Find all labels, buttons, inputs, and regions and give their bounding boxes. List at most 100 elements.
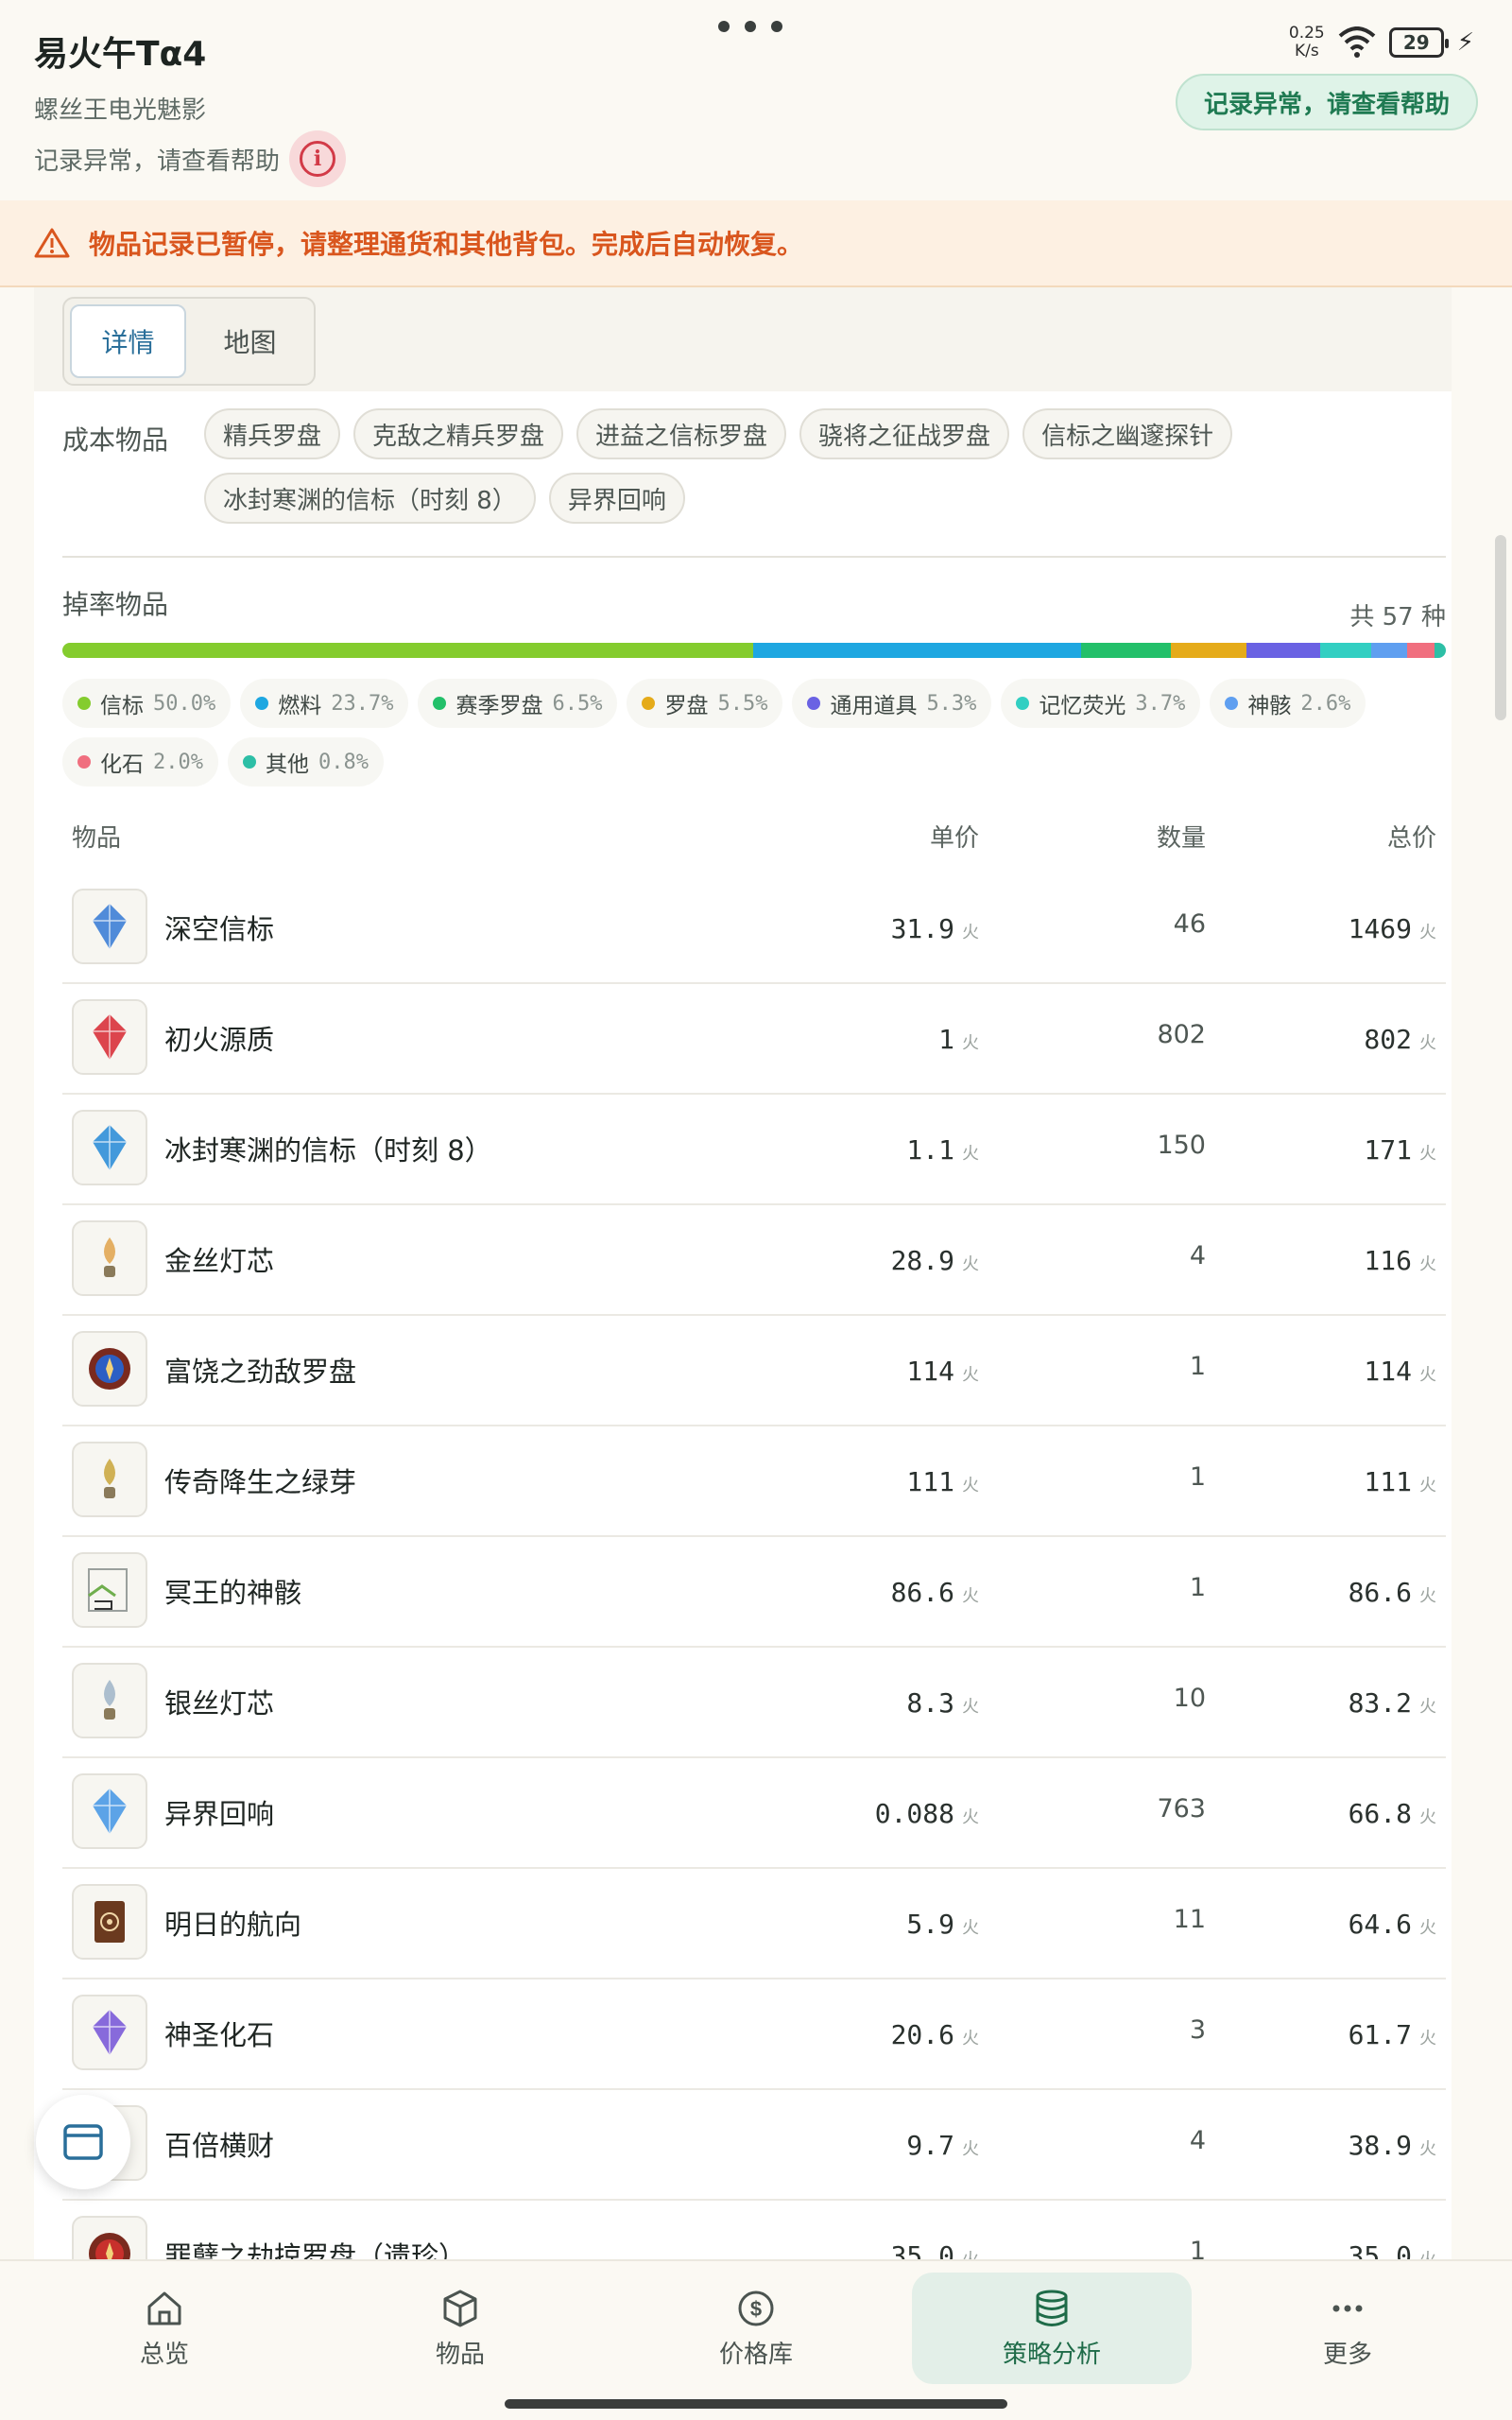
quantity: 1	[1189, 2237, 1206, 2259]
more-icon	[1332, 2305, 1363, 2311]
cost-item-chip[interactable]: 骁将之征战罗盘	[799, 408, 1010, 459]
table-row[interactable]: 神圣化石 20.6 火 3 61.7 火	[62, 1979, 1446, 2090]
table-row[interactable]: 冰封寒渊的信标（时刻 8） 1.1 火 150 171 火	[62, 1095, 1446, 1205]
unit-price: 35.0火	[891, 2240, 979, 2259]
cost-item-chip[interactable]: 精兵罗盘	[204, 408, 341, 459]
legend-item[interactable]: 通用道具 5.3%	[792, 679, 992, 728]
unit-price: 5.9 火	[906, 1909, 979, 1940]
total-price: 64.6 火	[1348, 1909, 1436, 1940]
floating-window-button[interactable]	[36, 2095, 130, 2189]
nav-label: 价格库	[718, 2340, 793, 2369]
legend-item[interactable]: 罗盘 5.5%	[627, 679, 783, 728]
nav-label: 更多	[1322, 2340, 1372, 2369]
legend-name: 罗盘	[664, 694, 709, 718]
unit-price: 9.7 火	[906, 2130, 979, 2161]
red-crystal-icon	[72, 999, 147, 1075]
currency-unit: 火	[962, 2029, 979, 2048]
header-total-price[interactable]: 总价	[1387, 819, 1436, 854]
legend-dot	[433, 697, 447, 710]
currency-unit: 火	[1419, 2250, 1436, 2259]
legend-item[interactable]: 其他 0.8%	[227, 737, 384, 786]
distribution-segment	[1080, 643, 1171, 658]
table-row[interactable]: 异界回响 0.088 火 763 66.8 火	[62, 1758, 1446, 1869]
cost-item-chip[interactable]: 异界回响	[548, 473, 685, 524]
network-speed: 0.25 K/s	[1288, 24, 1325, 60]
distribution-segment	[1407, 643, 1435, 658]
quantity: 763	[1157, 1794, 1206, 1824]
nav-price-library[interactable]: $ 价格库	[616, 2273, 896, 2384]
currency-unit: 火	[1419, 2139, 1436, 2159]
more-menu-icon[interactable]	[718, 21, 782, 32]
table-row[interactable]: 初火源质 1 火 802 802 火	[62, 984, 1446, 1095]
cost-item-chip[interactable]: 进益之信标罗盘	[576, 408, 787, 459]
unit-price: 0.088 火	[874, 1798, 979, 1829]
legend-item[interactable]: 记忆荧光 3.7%	[1001, 679, 1201, 728]
total-price: 1469 火	[1348, 913, 1436, 944]
total-price: 114 火	[1364, 1356, 1436, 1387]
header-unit-price[interactable]: 单价	[930, 819, 979, 854]
table-row[interactable]: 富饶之劲敌罗盘 114 火 1 114 火	[62, 1316, 1446, 1426]
table-row[interactable]: 传奇降生之绿芽 111 火 1 111 火	[62, 1426, 1446, 1537]
cost-item-chip[interactable]: 冰封寒渊的信标（时刻 8）	[204, 473, 536, 524]
item-name: 神圣化石	[164, 2019, 275, 2051]
distribution-segment	[1246, 643, 1320, 658]
blue-crystal-icon	[72, 889, 147, 964]
currency-unit: 火	[1419, 2029, 1436, 2048]
warning-icon	[34, 228, 70, 258]
legend-item[interactable]: 化石 2.0%	[62, 737, 218, 786]
tab-map[interactable]: 地图	[192, 304, 308, 378]
home-indicator[interactable]	[505, 2399, 1007, 2409]
legend-item[interactable]: 信标 50.0%	[62, 679, 232, 728]
charging-icon: ⚡	[1456, 28, 1474, 57]
cost-item-chip[interactable]: 信标之幽邃探针	[1022, 408, 1233, 459]
table-row[interactable]: 罪孽之劫掠罗盘（遗珍） 35.0火 1 35.0火	[62, 2201, 1446, 2259]
total-price: 83.2 火	[1348, 1687, 1436, 1719]
currency-unit: 火	[962, 1807, 979, 1827]
table-row[interactable]: 金丝灯芯 28.9 火 4 116 火	[62, 1205, 1446, 1316]
legend-item[interactable]: 燃料 23.7%	[240, 679, 409, 728]
currency-unit: 火	[1419, 1033, 1436, 1053]
nav-items[interactable]: 物品	[320, 2273, 600, 2384]
legend-item[interactable]: 赛季罗盘 6.5%	[418, 679, 618, 728]
nav-overview[interactable]: 总览	[25, 2273, 304, 2384]
legend-item[interactable]: 神骸 2.6%	[1210, 679, 1366, 728]
nav-label: 策略分析	[1002, 2340, 1101, 2369]
database-icon	[1036, 2290, 1068, 2326]
compass-icon	[72, 1331, 147, 1407]
nav-strategy-analysis[interactable]: 策略分析	[912, 2273, 1192, 2384]
silver-wick-icon	[72, 1663, 147, 1738]
currency-unit: 火	[1419, 1476, 1436, 1495]
scrollbar-thumb[interactable]	[1495, 535, 1506, 720]
drop-items-count: 共 57 种	[1349, 603, 1446, 631]
total-price: 38.9 火	[1348, 2130, 1436, 2161]
cost-item-chip[interactable]: 克敌之精兵罗盘	[353, 408, 564, 459]
table-row[interactable]: 银丝灯芯 8.3 火 10 83.2 火	[62, 1648, 1446, 1758]
info-icon[interactable]: i	[289, 130, 347, 187]
tab-details[interactable]: 详情	[70, 304, 187, 378]
gold-wick-icon	[72, 1220, 147, 1296]
table-row[interactable]: 百倍横财 9.7 火 4 38.9 火	[62, 2090, 1446, 2201]
strategy-subtitle: 螺丝王电光魅影	[34, 96, 207, 125]
unit-price: 86.6 火	[890, 1577, 979, 1608]
warning-text: 物品记录已暂停，请整理通货和其他背包。完成后自动恢复。	[89, 229, 804, 260]
currency-unit: 火	[1419, 1697, 1436, 1717]
total-price: 116 火	[1364, 1245, 1436, 1276]
distribution-segment	[1435, 643, 1446, 658]
table-row[interactable]: 冥王的神骸 86.6 火 1 86.6 火	[62, 1537, 1446, 1648]
help-button[interactable]: 记录异常，请查看帮助	[1175, 74, 1478, 130]
currency-unit: 火	[962, 1476, 979, 1495]
legend-percentage: 2.0%	[153, 750, 203, 774]
distribution-segment	[753, 643, 1081, 658]
table-row[interactable]: 深空信标 31.9 火 46 1469 火	[62, 873, 1446, 984]
currency-unit: 火	[962, 1918, 979, 1938]
nav-more[interactable]: 更多	[1208, 2273, 1487, 2384]
legend-dot	[255, 697, 269, 710]
divider	[62, 556, 1446, 558]
table-row[interactable]: 明日的航向 5.9 火 11 64.6 火	[62, 1869, 1446, 1979]
category-distribution-bar	[62, 643, 1446, 658]
currency-unit: 火	[962, 1697, 979, 1717]
item-name: 传奇降生之绿芽	[164, 1466, 357, 1498]
item-name: 银丝灯芯	[164, 1687, 275, 1720]
drop-items-label: 掉率物品	[62, 589, 169, 620]
header-quantity[interactable]: 数量	[1157, 819, 1206, 854]
